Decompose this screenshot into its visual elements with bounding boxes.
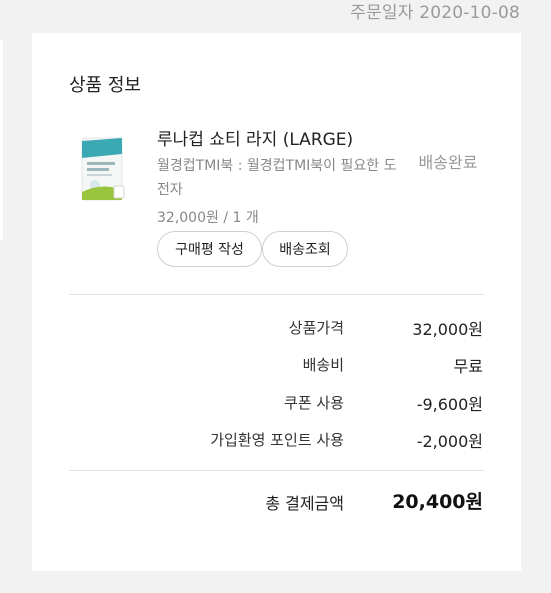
- product-name[interactable]: 루나컵 쇼티 라지 (LARGE): [157, 125, 353, 150]
- product-price-quantity: 32,000원 / 1 개: [157, 210, 259, 226]
- summary-value: -9,600원: [416, 395, 483, 414]
- summary-value: 32,000원: [412, 320, 483, 339]
- track-delivery-button[interactable]: 배송조회: [262, 231, 348, 267]
- total-payment-label: 총 결제금액: [265, 494, 344, 513]
- delivery-status: 배송완료: [418, 153, 478, 172]
- total-payment-value: 20,400원: [392, 491, 483, 513]
- adjacent-panel-edge: [0, 40, 3, 240]
- summary-label: 배송비: [302, 356, 344, 374]
- summary-value: 무료: [453, 357, 483, 376]
- summary-label: 상품가격: [288, 319, 344, 337]
- order-date: 주문일자 2020-10-08: [350, 3, 520, 23]
- total-divider: [69, 470, 484, 471]
- summary-value: -2,000원: [416, 432, 483, 451]
- section-divider: [69, 294, 484, 295]
- summary-label: 쿠폰 사용: [284, 394, 344, 412]
- product-package-icon[interactable]: [76, 128, 134, 222]
- write-review-button[interactable]: 구매평 작성: [157, 231, 262, 267]
- product-option: 월경컵TMI북 : 월경컵TMI북이 필요한 도전자: [157, 158, 397, 198]
- summary-label: 가입환영 포인트 사용: [210, 431, 344, 449]
- order-detail-card: 상품 정보 루나컵 쇼티 라지 (LARGE) 월경컵TMI북 : 월경컵TMI…: [32, 33, 521, 571]
- section-title: 상품 정보: [69, 75, 141, 96]
